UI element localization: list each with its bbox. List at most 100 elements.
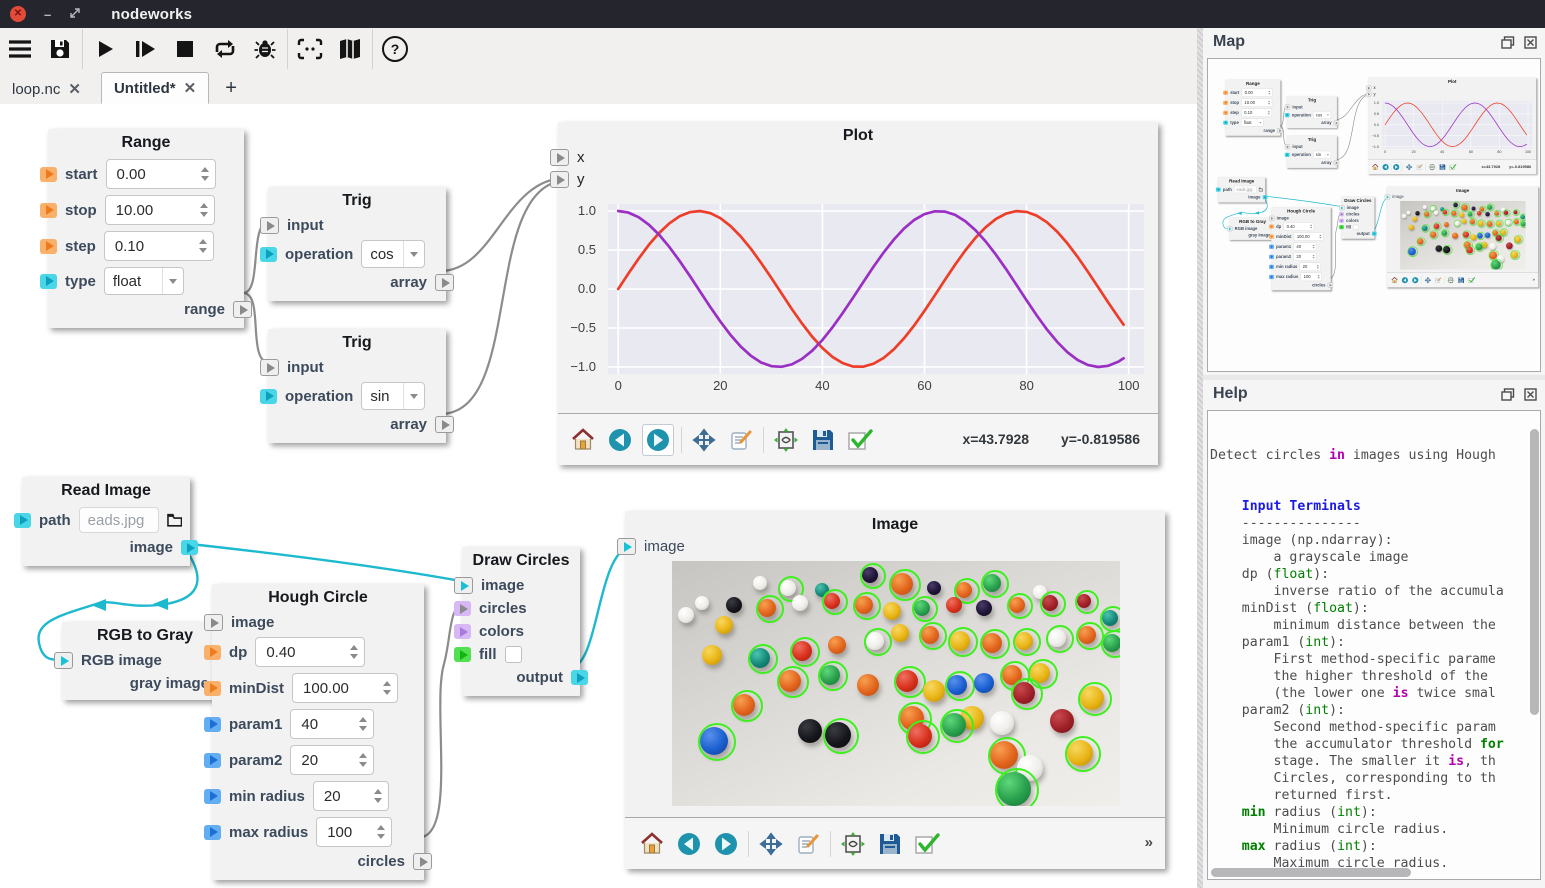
home-icon[interactable]: [568, 425, 598, 455]
apply-icon[interactable]: [845, 425, 875, 455]
node-read-image[interactable]: Read Image path eads.jpg image: [22, 477, 190, 566]
spin-arrows-icon[interactable]: [353, 710, 373, 738]
spin-arrows-icon[interactable]: [353, 746, 373, 774]
terminal-range-out[interactable]: [233, 301, 252, 318]
operation-dropdown[interactable]: cos: [361, 240, 425, 268]
node-range[interactable]: Range start 0.00 stop 10.00 step 0.10 ty…: [48, 129, 244, 328]
help-text-view[interactable]: Detect circles in images using Hough Inp…: [1207, 410, 1541, 880]
plot-figure[interactable]: [608, 204, 1144, 374]
min-radius-spinbox[interactable]: 20: [313, 781, 389, 811]
terminal-operation[interactable]: [260, 247, 277, 262]
terminal-step[interactable]: [40, 239, 57, 254]
step-spinbox[interactable]: 0.10: [104, 231, 214, 261]
spin-arrows-icon[interactable]: [344, 638, 364, 666]
param1-spinbox[interactable]: 40: [290, 709, 374, 739]
wire-trig-cos-array[interactable]: [440, 178, 566, 271]
terminal-image[interactable]: [204, 614, 223, 631]
folder-icon[interactable]: [167, 513, 182, 527]
save-figure-icon[interactable]: [808, 425, 838, 455]
terminal-fill[interactable]: [454, 647, 471, 662]
minimap-view[interactable]: Range start 0.00 stop 10.00 step 0.10 ty…: [1207, 58, 1541, 372]
step-icon[interactable]: [125, 32, 165, 66]
max-radius-spinbox[interactable]: 100: [316, 817, 392, 847]
terminal-image-out[interactable]: [181, 540, 198, 555]
wire-read-image-image[interactable]: [181, 543, 466, 582]
spin-arrows-icon[interactable]: [377, 674, 397, 702]
tab-untitled[interactable]: Untitled* ✕: [101, 72, 209, 104]
param2-spinbox[interactable]: 20: [290, 745, 374, 775]
terminal-operation[interactable]: [260, 389, 277, 404]
float-panel-icon[interactable]: [1499, 34, 1517, 50]
terminal-output[interactable]: [571, 670, 588, 685]
terminal-input[interactable]: [260, 359, 279, 376]
loop-icon[interactable]: [205, 32, 245, 66]
back-icon[interactable]: [605, 425, 635, 455]
window-minimize-button[interactable]: –: [44, 7, 51, 22]
configure-subplots-icon[interactable]: [771, 425, 801, 455]
tab-close-icon[interactable]: ✕: [68, 80, 81, 98]
spin-arrows-icon[interactable]: [195, 160, 215, 188]
configure-subplots-icon[interactable]: [838, 829, 868, 859]
terminal-start[interactable]: [40, 167, 57, 182]
run-icon[interactable]: [85, 32, 125, 66]
pan-icon[interactable]: [756, 829, 786, 859]
map-icon[interactable]: [330, 32, 370, 66]
zoom-icon[interactable]: [793, 829, 823, 859]
terminal-input[interactable]: [260, 217, 279, 234]
zoom-icon[interactable]: [726, 425, 756, 455]
horizontal-scrollbar[interactable]: [1211, 868, 1411, 877]
forward-icon[interactable]: [711, 829, 741, 859]
spin-arrows-icon[interactable]: [194, 196, 214, 224]
save-figure-icon[interactable]: [875, 829, 905, 859]
tab-close-icon[interactable]: ✕: [184, 79, 197, 97]
float-panel-icon[interactable]: [1499, 386, 1517, 402]
pan-icon[interactable]: [689, 425, 719, 455]
tab-loop-nc[interactable]: loop.nc ✕: [0, 74, 93, 104]
wire-trig-sin-array[interactable]: [440, 180, 566, 414]
menu-icon[interactable]: [0, 32, 40, 66]
stop-icon[interactable]: [165, 32, 205, 66]
node-plot[interactable]: Plot x y 1.00.50.0−0.5−1.0 020406080100 …: [558, 122, 1158, 465]
spin-arrows-icon[interactable]: [193, 232, 213, 260]
close-panel-icon[interactable]: [1521, 386, 1539, 402]
stop-spinbox[interactable]: 10.00: [105, 195, 215, 225]
node-draw-circles[interactable]: Draw Circles image circles colors fill o…: [462, 547, 580, 696]
terminal-param2[interactable]: [204, 753, 221, 768]
terminal-array-out[interactable]: [435, 274, 454, 291]
terminal-rgb-image[interactable]: [54, 652, 73, 669]
home-icon[interactable]: [637, 829, 667, 859]
forward-icon[interactable]: [642, 424, 674, 456]
terminal-array-out[interactable]: [435, 416, 454, 433]
window-close-button[interactable]: ✕: [10, 6, 26, 22]
node-trig-sin[interactable]: Trig input operation sin array: [268, 329, 446, 443]
close-panel-icon[interactable]: [1521, 34, 1539, 50]
apply-icon[interactable]: [912, 829, 942, 859]
mindist-spinbox[interactable]: 100.00: [292, 673, 398, 703]
terminal-stop[interactable]: [40, 203, 57, 218]
terminal-image[interactable]: [617, 538, 636, 555]
operation-dropdown[interactable]: sin: [361, 382, 425, 410]
window-restore-button[interactable]: [69, 7, 81, 22]
dp-spinbox[interactable]: 0.40: [255, 637, 365, 667]
path-field[interactable]: eads.jpg: [79, 507, 159, 533]
terminal-y[interactable]: [550, 171, 569, 188]
terminal-max-radius[interactable]: [204, 825, 221, 840]
spin-arrows-icon[interactable]: [371, 818, 391, 846]
node-canvas[interactable]: Range start 0.00 stop 10.00 step 0.10 ty…: [0, 104, 1197, 888]
new-tab-button[interactable]: +: [225, 77, 237, 104]
terminal-min-radius[interactable]: [204, 789, 221, 804]
spin-arrows-icon[interactable]: [368, 782, 388, 810]
toolbar-overflow-button[interactable]: »: [1145, 834, 1153, 851]
terminal-circles-out[interactable]: [413, 853, 432, 870]
terminal-image[interactable]: [454, 577, 473, 594]
fit-view-icon[interactable]: [290, 32, 330, 66]
terminal-path[interactable]: [14, 513, 31, 528]
vertical-scrollbar[interactable]: [1530, 429, 1539, 715]
help-icon[interactable]: ?: [375, 32, 415, 66]
terminal-param1[interactable]: [204, 717, 221, 732]
terminal-type[interactable]: [40, 274, 57, 289]
terminal-dp[interactable]: [204, 645, 221, 660]
terminal-colors[interactable]: [454, 624, 471, 639]
terminal-mindist[interactable]: [204, 681, 221, 696]
back-icon[interactable]: [674, 829, 704, 859]
